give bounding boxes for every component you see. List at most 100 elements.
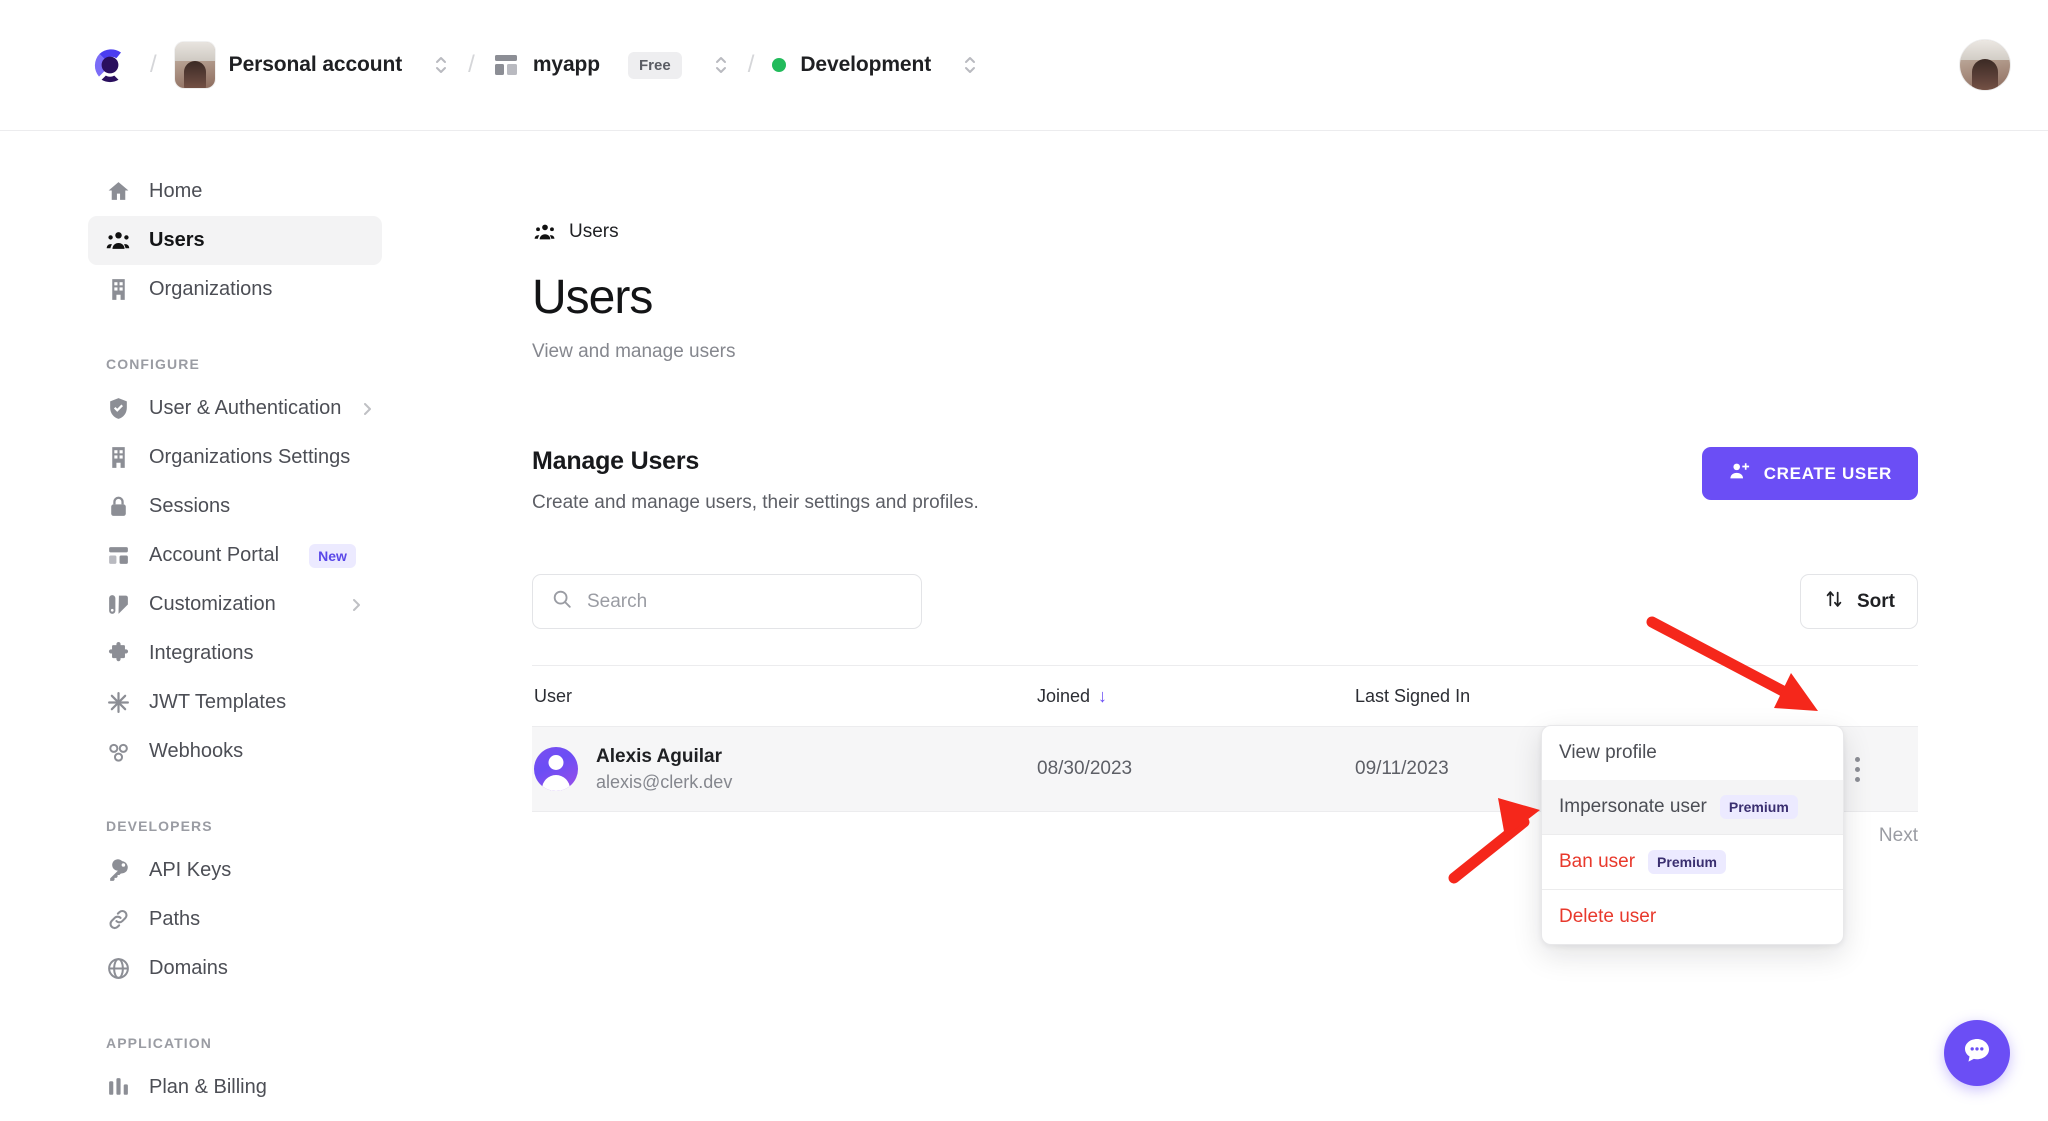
sidebar-item-label: Paths — [149, 908, 200, 931]
page-subtitle: View and manage users — [532, 341, 1918, 363]
sidebar-item-label: Organizations — [149, 278, 272, 301]
sidebar-item-account-portal[interactable]: Account Portal New — [88, 531, 382, 580]
building-icon — [106, 445, 131, 470]
breadcrumb-label: Users — [569, 221, 619, 243]
chat-support-button[interactable] — [1944, 1020, 2010, 1086]
chat-bubble-icon — [1961, 1035, 1993, 1072]
environment-label: Development — [800, 53, 931, 77]
arrow-down-icon: ↓ — [1098, 686, 1107, 706]
environment-switcher[interactable]: Development — [772, 52, 979, 78]
section-subtitle: Create and manage users, their settings … — [532, 492, 1702, 514]
search-box[interactable] — [532, 574, 922, 629]
breadcrumb-separator-3: / — [748, 51, 755, 79]
puzzle-icon — [106, 641, 131, 666]
column-header-last-signed-in: Last Signed In — [1355, 686, 1785, 707]
app-name-label: myapp — [533, 53, 600, 77]
sidebar-item-organizations[interactable]: Organizations — [88, 265, 382, 314]
webhook-icon — [106, 739, 131, 764]
page-title: Users — [532, 270, 1918, 325]
cell-joined: 08/30/2023 — [1037, 758, 1355, 780]
lock-icon — [106, 494, 131, 519]
user-actions-menu: View profile Impersonate user Premium Ba… — [1541, 725, 1844, 945]
sort-arrows-icon — [1823, 588, 1845, 616]
menu-item-ban-user[interactable]: Ban user Premium — [1542, 835, 1843, 889]
create-user-label: CREATE USER — [1764, 464, 1892, 484]
billing-icon — [106, 1075, 131, 1100]
sidebar-item-sessions[interactable]: Sessions — [88, 482, 382, 531]
sidebar-item-label: Account Portal — [149, 544, 279, 567]
users-icon — [106, 228, 131, 253]
sidebar-item-label: Plan & Billing — [149, 1076, 267, 1099]
cell-user: Alexis Aguilar alexis@clerk.dev — [532, 744, 1037, 794]
plan-badge: Free — [628, 52, 682, 79]
sidebar-section-developers: DEVELOPERS — [88, 818, 410, 834]
menu-item-delete-user[interactable]: Delete user — [1542, 890, 1843, 944]
sidebar-item-plan-billing[interactable]: Plan & Billing — [88, 1063, 382, 1112]
sort-label: Sort — [1857, 591, 1895, 613]
sidebar-item-label: Users — [149, 229, 205, 252]
chevron-right-icon — [359, 401, 375, 417]
sidebar-item-home[interactable]: Home — [88, 167, 382, 216]
breadcrumb: Users — [532, 219, 1918, 244]
search-input[interactable] — [587, 591, 903, 613]
chevron-right-icon — [348, 597, 364, 613]
sidebar-item-label: Sessions — [149, 495, 230, 518]
chevron-up-down-icon[interactable] — [432, 52, 450, 78]
main-content: Users Users View and manage users Manage… — [410, 131, 2048, 1116]
environment-status-dot — [772, 58, 786, 72]
avatar[interactable] — [1960, 40, 2010, 90]
table-toolbar: Sort — [532, 574, 1918, 629]
sidebar-item-api-keys[interactable]: API Keys — [88, 846, 382, 895]
pagination-next[interactable]: Next — [1879, 825, 1918, 847]
sidebar-item-label: User & Authentication — [149, 397, 341, 420]
column-header-joined[interactable]: Joined ↓ — [1037, 686, 1355, 707]
key-icon — [106, 858, 131, 883]
user-plus-icon — [1728, 460, 1750, 487]
sidebar-item-label: Home — [149, 180, 202, 203]
chevron-up-down-icon[interactable] — [712, 52, 730, 78]
premium-badge: Premium — [1648, 850, 1726, 874]
sidebar-item-label: Domains — [149, 957, 228, 980]
account-avatar — [175, 42, 215, 88]
user-email: alexis@clerk.dev — [596, 770, 732, 794]
menu-item-impersonate-user[interactable]: Impersonate user Premium — [1542, 780, 1843, 834]
menu-item-label: Ban user — [1559, 851, 1635, 873]
status-badge: New — [309, 544, 356, 568]
sidebar-item-webhooks[interactable]: Webhooks — [88, 727, 382, 776]
sidebar-item-user-authentication[interactable]: User & Authentication — [88, 384, 382, 433]
clerk-logo-icon[interactable] — [88, 43, 132, 87]
kebab-menu-icon[interactable] — [1855, 757, 1860, 782]
sidebar-item-label: API Keys — [149, 859, 231, 882]
app-switcher[interactable]: myapp Free — [493, 52, 730, 79]
column-header-joined-label: Joined — [1037, 686, 1090, 706]
menu-item-label: View profile — [1559, 742, 1657, 764]
section-title: Manage Users — [532, 447, 1702, 476]
sidebar-item-users[interactable]: Users — [88, 216, 382, 265]
avatar — [534, 747, 578, 791]
sidebar-item-domains[interactable]: Domains — [88, 944, 382, 993]
menu-item-view-profile[interactable]: View profile — [1542, 726, 1843, 780]
users-icon — [532, 219, 557, 244]
table-header-row: User Joined↓ Last Signed In — [532, 665, 1918, 727]
top-bar: / Personal account / myapp Free / — [0, 0, 2048, 131]
menu-item-label: Impersonate user — [1559, 796, 1707, 818]
sort-button[interactable]: Sort — [1800, 574, 1918, 629]
sidebar-item-integrations[interactable]: Integrations — [88, 629, 382, 678]
sidebar-item-organizations-settings[interactable]: Organizations Settings — [88, 433, 382, 482]
breadcrumb-separator-2: / — [468, 51, 475, 79]
chevron-up-down-icon[interactable] — [961, 52, 979, 78]
building-icon — [106, 277, 131, 302]
menu-item-label: Delete user — [1559, 906, 1656, 928]
create-user-button[interactable]: CREATE USER — [1702, 447, 1918, 500]
sidebar-item-label: Organizations Settings — [149, 446, 350, 469]
link-icon — [106, 907, 131, 932]
sidebar-item-jwt-templates[interactable]: JWT Templates — [88, 678, 382, 727]
sidebar-item-label: Webhooks — [149, 740, 243, 763]
home-icon — [106, 179, 131, 204]
sidebar-item-customization[interactable]: Customization — [88, 580, 382, 629]
sidebar-item-paths[interactable]: Paths — [88, 895, 382, 944]
sidebar-section-application: APPLICATION — [88, 1035, 410, 1051]
search-icon — [551, 588, 573, 615]
user-name: Alexis Aguilar — [596, 744, 732, 770]
account-switcher[interactable]: Personal account — [175, 42, 450, 88]
